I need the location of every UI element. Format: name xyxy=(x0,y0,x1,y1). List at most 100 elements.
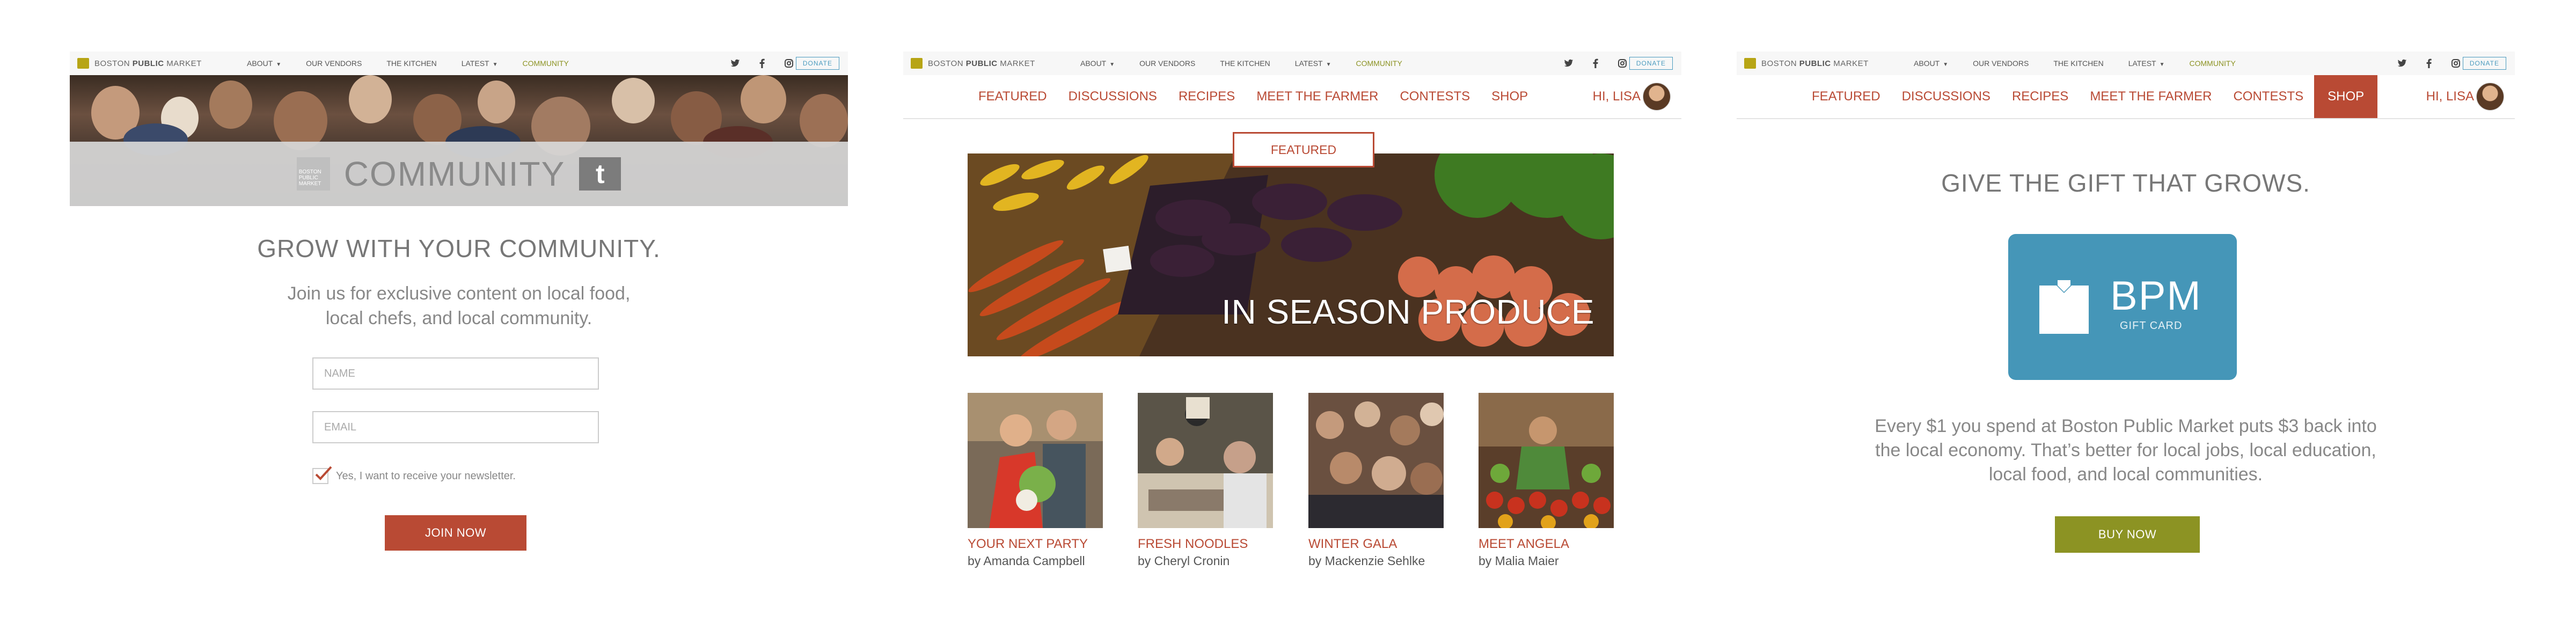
join-now-button[interactable]: JOIN NOW xyxy=(385,515,526,551)
subnav-featured[interactable]: FEATURED xyxy=(968,75,1058,118)
brand-logo[interactable]: BOSTON PUBLIC MARKET xyxy=(1744,52,1869,75)
gift-description: Every $1 you spend at Boston Public Mark… xyxy=(1875,416,2377,485)
article-photo xyxy=(1138,393,1273,528)
article-title[interactable]: FRESH NOODLES xyxy=(1138,537,1273,552)
twitter-icon[interactable] xyxy=(730,58,741,69)
bpm-logo-icon xyxy=(77,58,89,69)
instagram-icon[interactable] xyxy=(1617,58,1628,69)
caret-down-icon: ▼ xyxy=(2159,62,2165,68)
brand-name: BOSTON PUBLIC MARKET xyxy=(1761,58,1869,68)
subnav-featured[interactable]: FEATURED xyxy=(1801,75,1891,118)
hero-title-band: BOSTON PUBLIC MARKET COMMUNITY t xyxy=(70,142,848,206)
subnav-shop[interactable]: SHOP xyxy=(2314,75,2378,118)
brand-name: BOSTON PUBLIC MARKET xyxy=(94,58,202,68)
nav-the-kitchen[interactable]: THE KITCHEN xyxy=(386,59,436,68)
facebook-icon[interactable] xyxy=(2424,58,2434,69)
bpm-logo-icon xyxy=(911,58,923,69)
twitter-icon[interactable] xyxy=(2397,58,2407,69)
subnav-discussions[interactable]: DISCUSSIONS xyxy=(1058,75,1168,118)
caret-down-icon: ▼ xyxy=(492,62,498,68)
article-title[interactable]: YOUR NEXT PARTY xyxy=(968,537,1103,552)
instagram-icon[interactable] xyxy=(784,58,794,69)
social-links xyxy=(2397,52,2461,75)
newsletter-checkbox-row[interactable]: Yes, I want to receive your newsletter. xyxy=(312,466,516,484)
user-greeting[interactable]: HI, LISA xyxy=(2426,75,2474,118)
newsletter-label: Yes, I want to receive your newsletter. xyxy=(336,470,516,482)
caret-down-icon: ▼ xyxy=(276,62,282,68)
main-nav-links: ABOUT ▼ OUR VENDORS THE KITCHEN LATEST ▼ C… xyxy=(1914,52,2236,75)
brand-name: BOSTON PUBLIC MARKET xyxy=(928,58,1035,68)
subnav-recipes[interactable]: RECIPES xyxy=(2001,75,2079,118)
nav-our-vendors[interactable]: OUR VENDORS xyxy=(1139,59,1195,68)
avatar[interactable] xyxy=(1643,83,1671,111)
article-title[interactable]: MEET ANGELA xyxy=(1479,537,1614,552)
donate-button[interactable]: DONATE xyxy=(2462,57,2506,70)
nav-about[interactable]: ABOUT ▼ xyxy=(1914,59,1948,68)
shop-gift-card-screen: BOSTON PUBLIC MARKET ABOUT ▼ OUR VENDORS … xyxy=(1737,0,2515,644)
name-field[interactable]: NAME xyxy=(312,357,599,390)
donate-button[interactable]: DONATE xyxy=(795,57,839,70)
article-photo xyxy=(1308,393,1444,528)
nav-latest[interactable]: LATEST ▼ xyxy=(1295,59,1331,68)
facebook-icon[interactable] xyxy=(1590,58,1601,69)
article-author: by Malia Maier xyxy=(1479,554,1559,568)
nav-latest[interactable]: LATEST ▼ xyxy=(462,59,498,68)
subnav-meet-the-farmer[interactable]: MEET THE FARMER xyxy=(1246,75,1389,118)
instagram-icon[interactable] xyxy=(2450,58,2461,69)
nav-community[interactable]: COMMUNITY xyxy=(523,59,569,68)
nav-about[interactable]: ABOUT ▼ xyxy=(1080,59,1115,68)
subnav-discussions[interactable]: DISCUSSIONS xyxy=(1891,75,2001,118)
subnav-contests[interactable]: CONTESTS xyxy=(1389,75,1481,118)
featured-screen: BOSTON PUBLIC MARKET ABOUT ▼ OUR VENDORS … xyxy=(903,0,1681,644)
subnav-shop[interactable]: SHOP xyxy=(1481,75,1539,118)
subnav-contests[interactable]: CONTESTS xyxy=(2222,75,2314,118)
caret-down-icon: ▼ xyxy=(1943,62,1949,68)
article-author: by Cheryl Cronin xyxy=(1138,554,1230,568)
gift-card[interactable]: BPM GIFT CARD xyxy=(2008,234,2237,380)
facebook-icon[interactable] xyxy=(757,58,767,69)
nav-community[interactable]: COMMUNITY xyxy=(2190,59,2236,68)
email-field[interactable]: EMAIL xyxy=(312,411,599,443)
subnav-recipes[interactable]: RECIPES xyxy=(1168,75,1246,118)
social-links xyxy=(730,52,794,75)
social-links xyxy=(1563,52,1628,75)
article-card[interactable]: YOUR NEXT PARTY by Amanda Campbell xyxy=(968,393,1103,568)
brand-logo[interactable]: BOSTON PUBLIC MARKET xyxy=(77,52,202,75)
nav-our-vendors[interactable]: OUR VENDORS xyxy=(1973,59,2029,68)
article-author: by Mackenzie Sehlke xyxy=(1308,554,1425,568)
nav-the-kitchen[interactable]: THE KITCHEN xyxy=(1220,59,1270,68)
user-greeting[interactable]: HI, LISA xyxy=(1593,75,1641,118)
nav-about[interactable]: ABOUT ▼ xyxy=(247,59,281,68)
tumblr-icon[interactable]: t xyxy=(579,157,621,191)
bpm-logo-icon xyxy=(1744,58,1756,69)
article-photo xyxy=(968,393,1103,528)
brand-logo[interactable]: BOSTON PUBLIC MARKET xyxy=(911,52,1035,75)
article-title[interactable]: WINTER GALA xyxy=(1308,537,1444,552)
page-heading: GIVE THE GIFT THAT GROWS. xyxy=(1941,169,2310,197)
bpm-logo-icon: BOSTON PUBLIC MARKET xyxy=(296,157,330,191)
page-heading: GROW WITH YOUR COMMUNITY. xyxy=(257,235,661,262)
article-card[interactable]: MEET ANGELA by Malia Maier xyxy=(1479,393,1614,568)
featured-hero-image[interactable]: IN SEASON PRODUCE xyxy=(968,153,1614,356)
article-card[interactable]: WINTER GALA by Mackenzie Sehlke xyxy=(1308,393,1444,568)
nav-latest[interactable]: LATEST ▼ xyxy=(2128,59,2165,68)
nav-community[interactable]: COMMUNITY xyxy=(1356,59,1402,68)
gift-card-title: BPM xyxy=(2110,273,2202,319)
donate-button[interactable]: DONATE xyxy=(1629,57,1673,70)
community-hero-banner: BOSTON PUBLIC MARKET COMMUNITY t xyxy=(70,75,848,206)
caret-down-icon: ▼ xyxy=(1326,62,1331,68)
caret-down-icon: ▼ xyxy=(1109,62,1115,68)
article-card[interactable]: FRESH NOODLES by Cheryl Cronin xyxy=(1138,393,1273,568)
twitter-icon[interactable] xyxy=(1563,58,1574,69)
subnav-meet-the-farmer[interactable]: MEET THE FARMER xyxy=(2079,75,2222,118)
nav-our-vendors[interactable]: OUR VENDORS xyxy=(306,59,362,68)
buy-now-button[interactable]: BUY NOW xyxy=(2055,516,2200,553)
newsletter-checkbox[interactable] xyxy=(312,466,332,484)
featured-tag: FEATURED xyxy=(1233,132,1374,167)
nav-the-kitchen[interactable]: THE KITCHEN xyxy=(2053,59,2103,68)
community-subnav: FEATURED DISCUSSIONS RECIPES MEET THE FA… xyxy=(903,75,1681,119)
community-subnav: FEATURED DISCUSSIONS RECIPES MEET THE FA… xyxy=(1737,75,2515,119)
avatar[interactable] xyxy=(2476,83,2504,111)
hero-title: COMMUNITY xyxy=(343,155,566,193)
checkmark-icon xyxy=(315,466,332,480)
